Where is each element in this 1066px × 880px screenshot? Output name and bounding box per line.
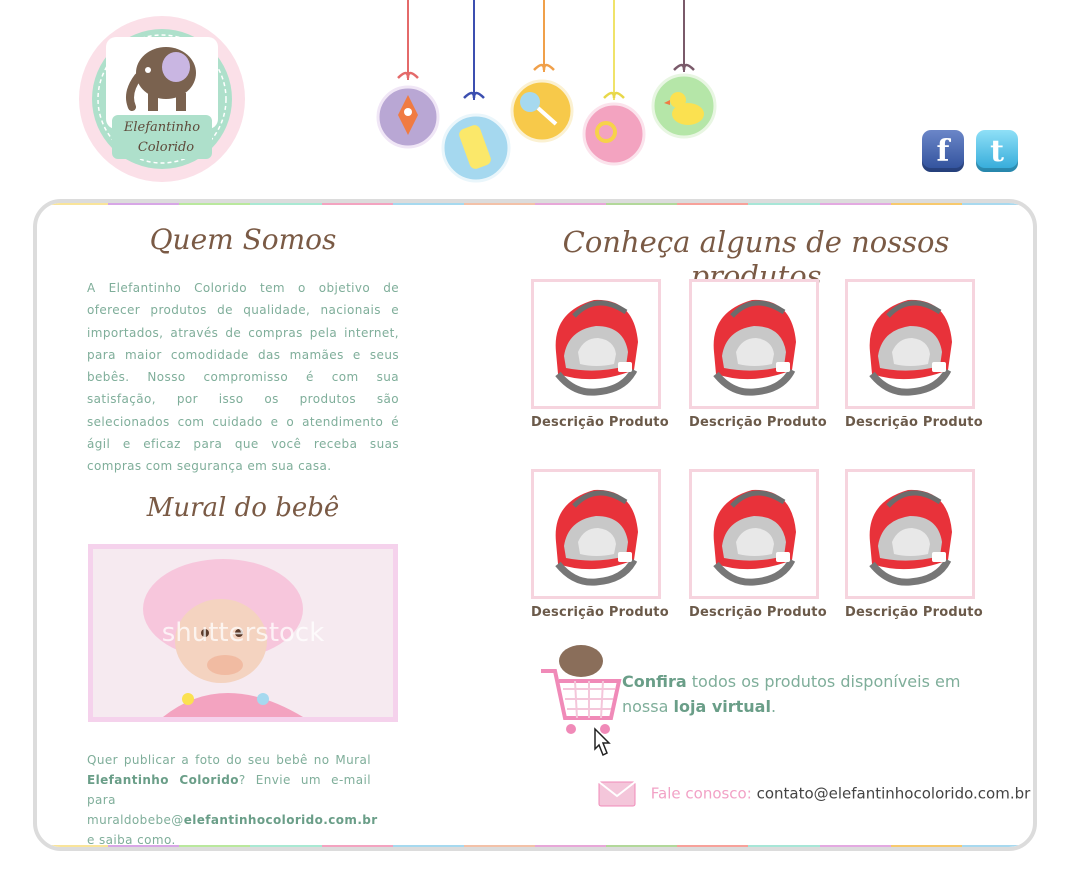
shopping-cart-icon[interactable] <box>535 643 625 763</box>
contact-row: Fale conosco: contato@elefantinhocolorid… <box>598 781 1030 807</box>
stripe-segment <box>961 203 1033 205</box>
product-caption[interactable]: Descrição Produto <box>531 415 669 430</box>
about-title: Quem Somos <box>149 223 337 256</box>
stripe-segment <box>179 203 251 205</box>
stripe-top <box>37 203 1033 205</box>
stripe-segment <box>890 845 962 847</box>
product-image[interactable] <box>689 279 819 409</box>
about-text: A Elefantinho Colorido tem o objetivo de… <box>87 281 399 474</box>
contact-label: Fale conosco: <box>650 784 752 803</box>
cta-confira: Confira <box>622 672 687 691</box>
mural-photo[interactable]: shutterstock <box>88 544 398 722</box>
product-caption[interactable]: Descrição Produto <box>845 415 983 430</box>
stripe-segment <box>463 845 535 847</box>
stripe-segment <box>534 203 607 205</box>
stripe-segment <box>392 203 464 205</box>
product-card[interactable]: Descrição Produto <box>689 279 827 430</box>
store-cta: Confira todos os produtos disponíveis em… <box>622 672 961 716</box>
product-caption[interactable]: Descrição Produto <box>689 605 827 620</box>
facebook-icon[interactable]: f <box>922 130 964 172</box>
product-image[interactable] <box>845 279 975 409</box>
product-caption[interactable]: Descrição Produto <box>689 415 827 430</box>
stripe-segment <box>890 203 962 205</box>
product-caption[interactable]: Descrição Produto <box>531 605 669 620</box>
stripe-segment <box>463 203 535 205</box>
product-caption[interactable]: Descrição Produto <box>845 605 983 620</box>
store-link[interactable]: loja virtual <box>674 697 771 716</box>
mural-email-domain[interactable]: elefantinhocolorido.com.br <box>184 813 378 827</box>
product-image[interactable] <box>531 469 661 599</box>
product-image[interactable] <box>531 279 661 409</box>
stripe-segment <box>961 845 1033 847</box>
stripe-segment <box>677 845 749 847</box>
stripe-segment <box>321 203 393 205</box>
stripe-segment <box>534 845 607 847</box>
product-card[interactable]: Descrição Produto <box>689 469 827 620</box>
main-content-panel: Quem Somos A Elefantinho Colorido tem o … <box>33 199 1037 851</box>
stripe-segment <box>606 203 678 205</box>
logo-text-line1: Elefantinho <box>123 120 200 135</box>
stripe-segment <box>108 203 180 205</box>
stripe-segment <box>392 845 464 847</box>
site-logo[interactable]: Elefantinho Colorido <box>78 15 246 183</box>
hanging-ornaments <box>370 0 730 190</box>
product-card[interactable]: Descrição Produto <box>845 469 983 620</box>
stripe-segment <box>748 203 820 205</box>
product-card[interactable]: Descrição Produto <box>845 279 983 430</box>
stripe-segment <box>37 203 109 205</box>
mural-brand: Elefantinho Colorido <box>87 773 239 787</box>
logo-text-line2: Colorido <box>138 140 194 155</box>
stripe-segment <box>606 845 678 847</box>
stripe-segment <box>748 845 820 847</box>
mural-text: Quer publicar a foto do seu bebê no Mura… <box>87 753 378 847</box>
envelope-icon <box>598 781 636 807</box>
photo-watermark: shutterstock <box>162 618 325 648</box>
product-image[interactable] <box>689 469 819 599</box>
stripe-segment <box>677 203 749 205</box>
stripe-segment <box>819 203 891 205</box>
product-card[interactable]: Descrição Produto <box>531 469 669 620</box>
mural-title: Mural do bebê <box>146 493 340 523</box>
stripe-segment <box>819 845 891 847</box>
product-card[interactable]: Descrição Produto <box>531 279 669 430</box>
product-image[interactable] <box>845 469 975 599</box>
twitter-icon[interactable]: t <box>976 130 1018 172</box>
contact-email-link[interactable]: contato@elefantinhocolorido.com.br <box>757 785 1031 803</box>
stripe-segment <box>250 203 322 205</box>
